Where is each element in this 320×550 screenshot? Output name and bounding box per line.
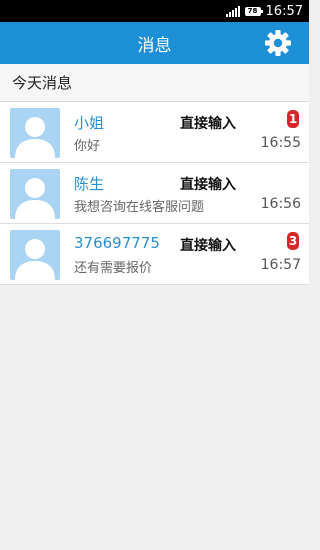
- section-header: 今天消息: [0, 64, 309, 102]
- user-icon: [15, 178, 55, 219]
- user-icon: [15, 117, 55, 158]
- battery-icon: 78: [244, 6, 263, 16]
- message-time: 16:55: [260, 135, 301, 151]
- message-time: 16:57: [260, 257, 301, 273]
- signal-icon: [225, 5, 240, 17]
- section-title: 今天消息: [12, 74, 73, 92]
- settings-button[interactable]: [263, 28, 293, 58]
- message-time: 16:56: [260, 196, 301, 212]
- message-list: 小姐 你好 直接输入 1 16:55 陈生 我想咨询在线客服问题 直接输入 16…: [0, 102, 309, 285]
- message-preview: 还有需要报价: [74, 261, 153, 276]
- sender-name: 陈生: [74, 175, 105, 193]
- message-preview: 我想咨询在线客服问题: [74, 200, 205, 215]
- input-mode-label: 直接输入: [180, 116, 236, 132]
- message-row[interactable]: 陈生 我想咨询在线客服问题 直接输入 16:56: [0, 163, 309, 224]
- input-mode-label: 直接输入: [180, 177, 236, 193]
- app-bar: 消息: [0, 22, 309, 64]
- unread-badge: 1: [287, 110, 299, 128]
- message-preview: 你好: [74, 139, 101, 154]
- sender-name: 376697775: [74, 234, 160, 252]
- avatar: [10, 108, 60, 158]
- message-row[interactable]: 小姐 你好 直接输入 1 16:55: [0, 102, 309, 163]
- gear-icon: [265, 30, 291, 56]
- input-mode-label: 直接输入: [180, 238, 236, 254]
- unread-badge: 3: [287, 232, 299, 250]
- status-bar: 78 16:57: [0, 0, 309, 22]
- status-time: 16:57: [265, 3, 303, 19]
- sender-name: 小姐: [74, 114, 105, 132]
- user-icon: [15, 239, 55, 280]
- avatar: [10, 169, 60, 219]
- avatar: [10, 230, 60, 280]
- message-row[interactable]: 376697775 还有需要报价 直接输入 3 16:57: [0, 224, 309, 285]
- page-title: 消息: [137, 35, 172, 56]
